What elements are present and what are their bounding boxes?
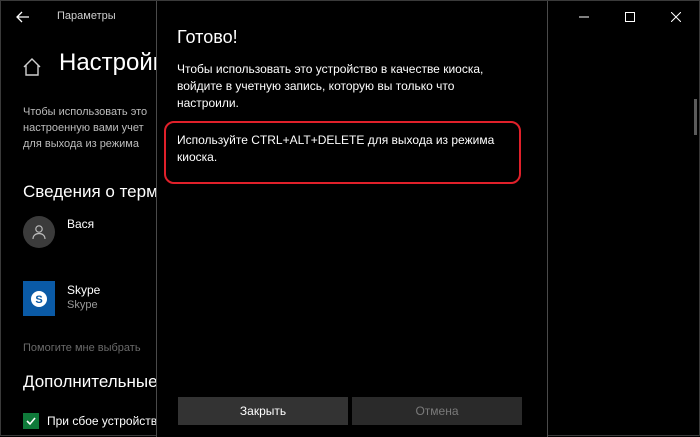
back-arrow-icon [16,11,29,23]
page-description: Чтобы использовать это настроенную вами … [23,104,163,152]
dialog-message-line: войдите в учетную запись, которую вы тол… [177,79,455,93]
app-name: Skype [67,283,101,297]
kiosk-done-dialog: Готово! Чтобы использовать это устройств… [156,1,548,437]
avatar [23,216,55,248]
exit-kiosk-note-line: Используйте CTRL+ALT+DELETE для выхода и… [177,133,495,147]
section-heading-info: Сведения о терм [23,182,158,201]
checkbox-label: При сбое устройств [47,414,158,428]
svg-text:S: S [35,294,42,306]
home-icon[interactable] [21,56,43,78]
minimize-button[interactable] [561,1,607,33]
section-heading-advanced: Дополнительные [23,372,158,391]
exit-kiosk-note-line: киоска. [177,150,218,164]
maximize-button[interactable] [607,1,653,33]
app-title: Параметры [57,10,116,22]
cancel-button[interactable]: Отмена [352,397,522,425]
close-dialog-button[interactable]: Закрыть [178,397,348,425]
app-tile: S [23,281,55,316]
checkmark-icon [26,417,36,426]
settings-window: Параметры Настройки Чтобы использовать э… [0,0,700,437]
account-name: Вася [67,217,95,231]
description-line: настроенную вами учет [23,122,144,134]
app-subtitle: Skype [67,299,98,311]
exit-kiosk-note: Используйте CTRL+ALT+DELETE для выхода и… [177,132,517,166]
skype-icon: S [31,290,47,307]
dialog-message-line: настроили. [177,96,239,110]
description-line: для выхода из режима [23,138,139,150]
dialog-message: Чтобы использовать это устройство в каче… [177,61,527,112]
back-button[interactable] [11,6,35,28]
close-icon [671,12,681,22]
scrollbar[interactable] [694,99,697,135]
window-controls [561,1,699,33]
checkbox[interactable] [23,413,39,429]
close-button[interactable] [653,1,699,33]
maximize-icon [625,12,635,22]
minimize-icon [579,16,589,18]
dialog-message-line: Чтобы использовать это устройство в каче… [177,62,484,76]
person-icon [32,225,46,240]
description-line: Чтобы использовать это [23,106,148,118]
dialog-title: Готово! [177,27,238,47]
help-link[interactable]: Помогите мне выбрать [23,342,141,354]
